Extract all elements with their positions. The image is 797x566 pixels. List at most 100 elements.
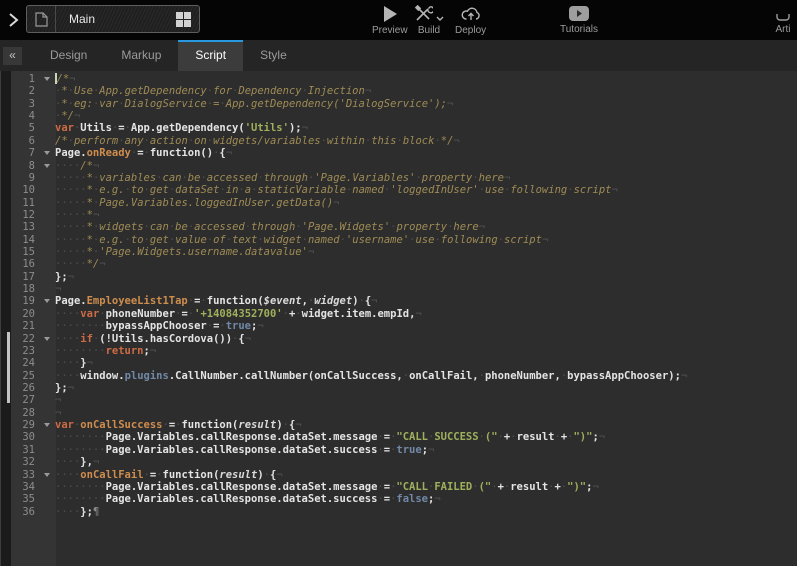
code-line[interactable]: 31········Page.Variables.callResponse.da… [0,444,797,456]
chevron-down-icon[interactable] [436,16,444,22]
code-line[interactable]: 22····if·(!Utils.hasCordova())·{¬ [0,333,797,345]
fold-column [41,345,55,357]
code-text: ····if·(!Utils.hasCordova())·{¬ [55,333,251,345]
artifacts-button-clipped[interactable]: Arti [775,5,791,35]
fold-column [41,320,55,332]
end-of-line-mark: ¬ [504,172,510,184]
code-line[interactable]: 12·····*¬ [0,209,797,221]
fold-marker-icon[interactable] [41,419,55,431]
line-number: 36 [0,506,41,518]
end-of-line-mark: ¬ [415,308,421,320]
line-number: 27 [0,394,41,406]
fold-marker-icon[interactable] [41,333,55,345]
code-line[interactable]: 36····};¶ [0,506,797,518]
code-line[interactable]: 20····var·phoneNumber·=·'+14084352700'·+… [0,308,797,320]
fold-column [41,493,55,505]
code-line[interactable]: 6/*·perform·any·action·on·widgets/variab… [0,135,797,147]
tab-design[interactable]: Design [33,40,104,71]
line-number: 23 [0,345,41,357]
code-line[interactable]: 21········bypassAppChooser·=·true;¬ [0,320,797,332]
code-line[interactable]: 30········Page.Variables.callResponse.da… [0,431,797,443]
code-text: /*¬ [55,73,75,85]
code-text: ····/*¬ [55,160,99,172]
end-of-line-mark: ¬ [69,73,75,85]
code-text: ·····*·variables·can·be·accessed·through… [55,172,510,184]
end-of-line-mark: ¬ [302,122,308,134]
code-line[interactable]: 8 ····/*¬ [0,160,797,172]
fold-column [41,98,55,110]
code-line[interactable]: 15·····*·'Page.Widgets.username.datavalu… [0,246,797,258]
code-line[interactable]: 19Page.EmployeeList1Tap·=·function($even… [0,295,797,307]
fold-marker-icon[interactable] [41,295,55,307]
code-line[interactable]: 4·*/¬ [0,110,797,122]
code-text: ········Page.Variables.callResponse.data… [55,481,599,493]
tab-markup[interactable]: Markup [104,40,178,71]
code-line[interactable]: 24····}¬ [0,357,797,369]
line-number: 35 [0,493,41,505]
code-line[interactable]: 29var·onCallSuccess·=·function(result)·{… [0,419,797,431]
end-of-line-mark: ¬ [226,147,232,159]
code-text: ········Page.Variables.callResponse.data… [55,444,434,456]
preview-button[interactable]: Preview [372,5,408,36]
fold-marker-icon[interactable] [41,147,55,159]
fold-column [41,444,55,456]
code-line[interactable]: 3·*·eg:·var·DialogService·=·App.getDepen… [0,98,797,110]
chevron-right-icon[interactable] [8,12,20,28]
code-line[interactable]: 11 ·····*·Page.Variables.loggedInUser.get… [0,197,797,209]
fold-marker-icon[interactable] [41,469,55,481]
deploy-button[interactable]: Deploy [455,5,486,36]
end-of-line-mark: ¬ [99,258,105,270]
code-line[interactable]: 7Page.onReady·=·function()·{¬ [0,147,797,159]
code-text: /*·perform·any·action·on·widgets/variabl… [55,135,460,147]
collapse-panel-icon[interactable]: « [3,47,22,65]
end-of-line-mark: ¬ [308,246,314,258]
fold-column [41,382,55,394]
line-number: 17 [0,271,41,283]
code-line[interactable]: 26};¬ [0,382,797,394]
code-line[interactable]: 9·····*·variables·can·be·accessed·throug… [0,172,797,184]
code-line[interactable]: 5var·Utils·=·App.getDependency('Utils');… [0,122,797,134]
code-line[interactable]: 10·····*·e.g.·to·get·dataSet·in·a·static… [0,184,797,196]
code-line[interactable]: 32····},¬ [0,456,797,468]
code-line[interactable]: 23········return;¬ [0,345,797,357]
code-line[interactable]: 25····window.plugins.CallNumber.callNumb… [0,370,797,382]
code-line[interactable]: 35········Page.Variables.callResponse.da… [0,493,797,505]
code-line[interactable]: 17};¬ [0,271,797,283]
tab-style[interactable]: Style [243,40,304,71]
fold-marker-icon[interactable] [41,160,55,172]
preview-label: Preview [372,25,408,36]
script-editor[interactable]: 1/*¬2·*·Use·App.getDependency·for·Depend… [0,71,797,566]
tutorials-button[interactable]: Tutorials [560,5,598,35]
end-of-line-mark: ¬ [276,469,282,481]
code-text: ·····*/¬ [55,258,106,270]
line-number: 11 [0,197,41,209]
line-number: 3 [0,98,41,110]
end-of-line-mark: ¬ [55,394,61,406]
code-line[interactable]: 14·····*·e.g.·to·get·value·of·text·widge… [0,234,797,246]
fold-marker-icon[interactable] [41,73,55,85]
code-line[interactable]: 33····onCallFail·=·function(result)·{¬ [0,469,797,481]
code-line[interactable]: 1/*¬ [0,73,797,85]
fold-column [41,481,55,493]
document-icon [27,6,56,32]
tab-script[interactable]: Script [178,40,243,71]
line-number: 8 [0,160,41,172]
code-text: ·····*·Page.Variables.loggedInUser.getDa… [55,197,340,209]
code-line[interactable]: 13·····*·widgets·can·be·accessed·through… [0,221,797,233]
grid-icon[interactable] [176,12,191,27]
code-line[interactable]: 28¬ [0,407,797,419]
code-line[interactable]: 34········Page.Variables.callResponse.da… [0,481,797,493]
line-number: 7 [0,147,41,159]
build-button[interactable]: Build [414,5,444,36]
code-line[interactable]: 27 ¬ [0,394,797,406]
page-selector[interactable]: Main [26,5,200,33]
code-line[interactable]: 16·····*/¬ [0,258,797,270]
fold-column [41,271,55,283]
code-lines[interactable]: 1/*¬2·*·Use·App.getDependency·for·Depend… [0,73,797,518]
line-number: 21 [0,320,41,332]
end-of-line-mark: ¬ [479,221,485,233]
build-label: Build [418,25,440,36]
code-line[interactable]: 2·*·Use·App.getDependency·for·Dependency… [0,85,797,97]
line-number: 33 [0,469,41,481]
code-line[interactable]: 18¬ [0,283,797,295]
